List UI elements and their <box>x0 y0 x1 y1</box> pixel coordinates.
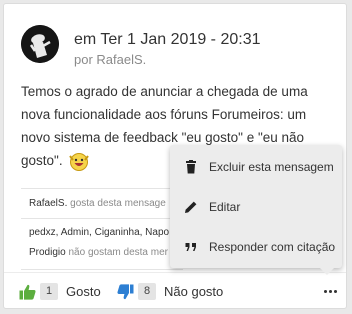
dislike-count: 8 <box>138 283 156 300</box>
dislike-label: Não gosto <box>164 284 224 299</box>
like-label: Gosto <box>66 284 101 299</box>
avatar-figure-icon <box>21 25 59 63</box>
post-options-menu: Excluir esta mensagem Editar Responder c… <box>170 145 342 275</box>
more-options-button[interactable] <box>320 284 340 298</box>
footer-divider <box>4 272 346 273</box>
dislike-button[interactable]: 8 Não gosto <box>117 283 223 300</box>
thumbs-down-icon <box>117 283 134 299</box>
disliked-by-row: Prodigio não gostam desta mer <box>29 247 168 258</box>
liked-by-user[interactable]: RafaelS. <box>29 198 67 209</box>
disliked-by-users[interactable]: pedxz, Admin, Ciganinha, Napo <box>29 227 169 238</box>
trash-icon <box>182 160 200 174</box>
author-avatar[interactable] <box>21 25 59 63</box>
likers-divider <box>21 218 183 219</box>
cheering-smiley-icon <box>68 150 90 172</box>
pencil-icon <box>182 200 200 214</box>
like-button[interactable]: 1 Gosto <box>19 283 101 300</box>
disliked-by-last-user[interactable]: Prodigio <box>29 247 66 258</box>
post-date: em Ter 1 Jan 2019 - 20:31 <box>74 31 261 48</box>
more-dot-icon <box>323 289 327 293</box>
liked-by-row: RafaelS. gosta desta mensage <box>29 198 166 209</box>
quote-icon <box>182 242 200 252</box>
feedback-users-box: RafaelS. gosta desta mensage pedxz, Admi… <box>21 188 183 270</box>
disliked-by-text: não gostam desta mer <box>65 247 168 258</box>
menu-item-label: Excluir esta mensagem <box>209 160 334 174</box>
menu-item-label: Editar <box>209 200 241 214</box>
more-dot-icon <box>333 289 337 293</box>
like-count: 1 <box>40 283 58 300</box>
thumbs-up-icon <box>19 284 36 300</box>
more-dot-icon <box>328 289 332 293</box>
menu-item-quote-reply[interactable]: Responder com citação <box>170 227 342 267</box>
liked-by-text: gosta desta mensage <box>67 198 166 209</box>
menu-item-edit[interactable]: Editar <box>170 187 342 227</box>
menu-item-label: Responder com citação <box>209 240 336 254</box>
menu-item-delete[interactable]: Excluir esta mensagem <box>170 147 342 187</box>
post-author[interactable]: por RafaelS. <box>74 52 146 67</box>
